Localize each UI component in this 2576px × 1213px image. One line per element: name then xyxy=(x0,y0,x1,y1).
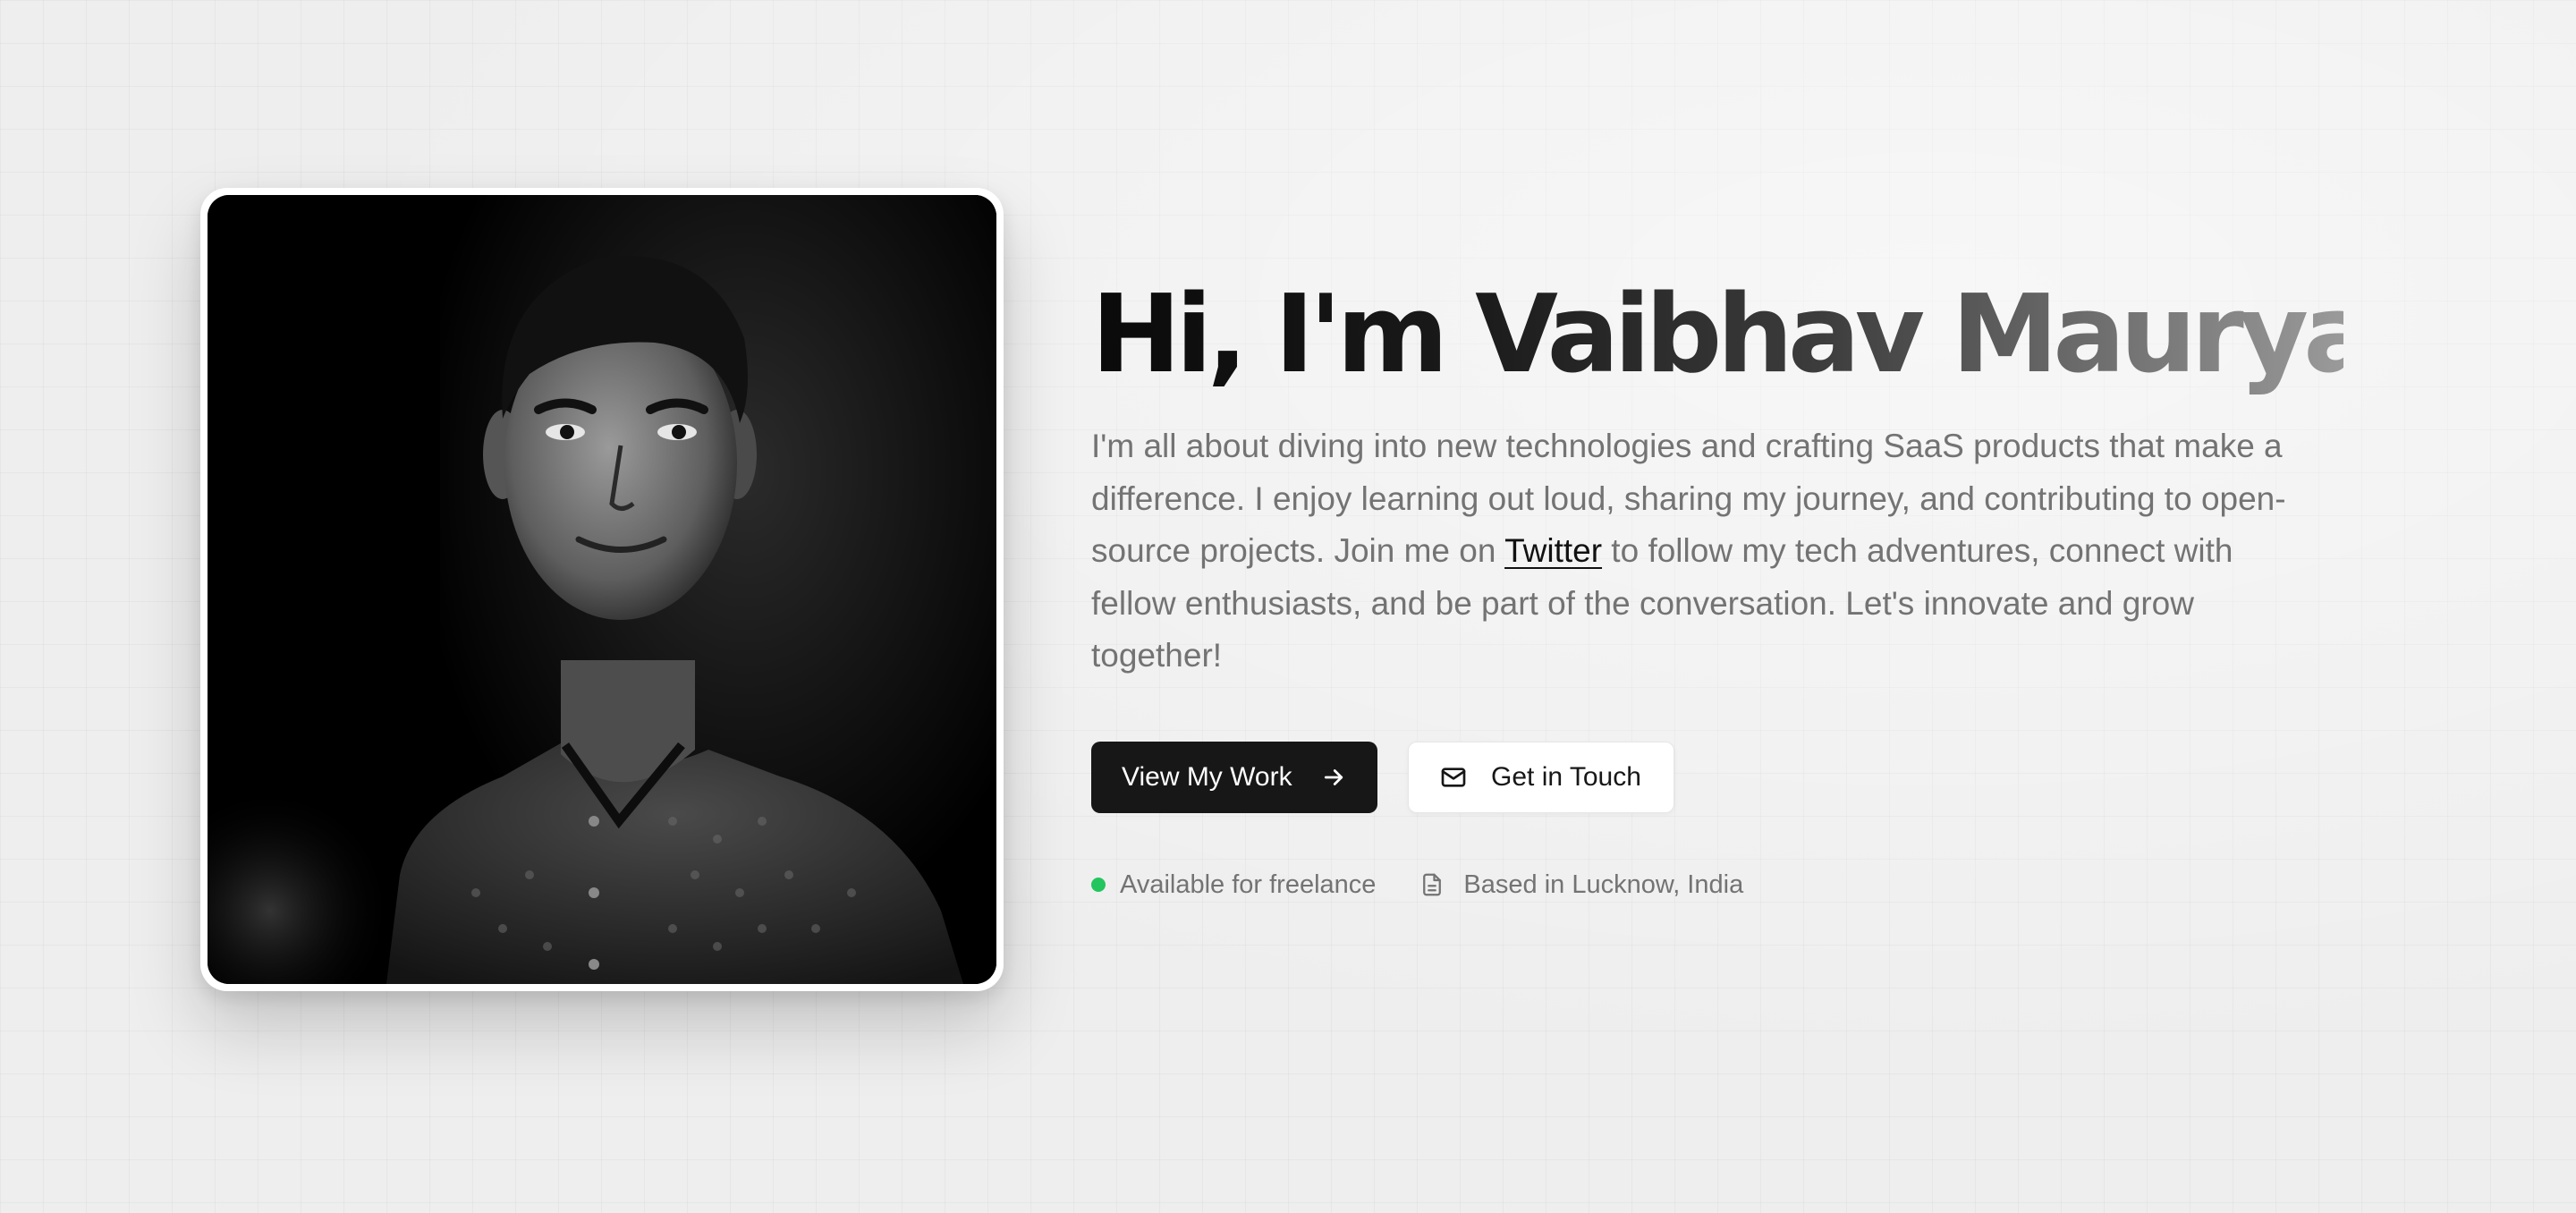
hero-meta: Available for freelance Based in Lucknow… xyxy=(1091,870,2343,900)
file-text-icon xyxy=(1419,870,1445,899)
hero-bio: I'm all about diving into new technologi… xyxy=(1091,420,2290,683)
get-in-touch-label: Get in Touch xyxy=(1491,761,1641,792)
profile-photo-card xyxy=(200,188,1004,991)
availability-text: Available for freelance xyxy=(1120,869,1377,899)
portrait-illustration xyxy=(208,195,996,984)
mail-icon xyxy=(1439,763,1468,792)
arrow-right-icon xyxy=(1320,764,1347,791)
get-in-touch-button[interactable]: Get in Touch xyxy=(1408,741,1674,813)
profile-photo xyxy=(208,195,996,984)
availability-status: Available for freelance xyxy=(1091,870,1376,900)
hero-actions: View My Work Get in Touch xyxy=(1091,741,2343,813)
twitter-link[interactable]: Twitter xyxy=(1504,532,1602,569)
status-dot-icon xyxy=(1091,878,1106,892)
view-my-work-button[interactable]: View My Work xyxy=(1091,741,1377,813)
location-text: Based in Lucknow, India xyxy=(1463,869,1744,899)
location-info: Based in Lucknow, India xyxy=(1419,870,1743,900)
hero-content: Hi, I'm Vaibhav Maurya I'm all about div… xyxy=(1091,268,2376,900)
view-my-work-label: View My Work xyxy=(1122,761,1292,792)
hero-title: Hi, I'm Vaibhav Maurya xyxy=(1091,268,2376,403)
